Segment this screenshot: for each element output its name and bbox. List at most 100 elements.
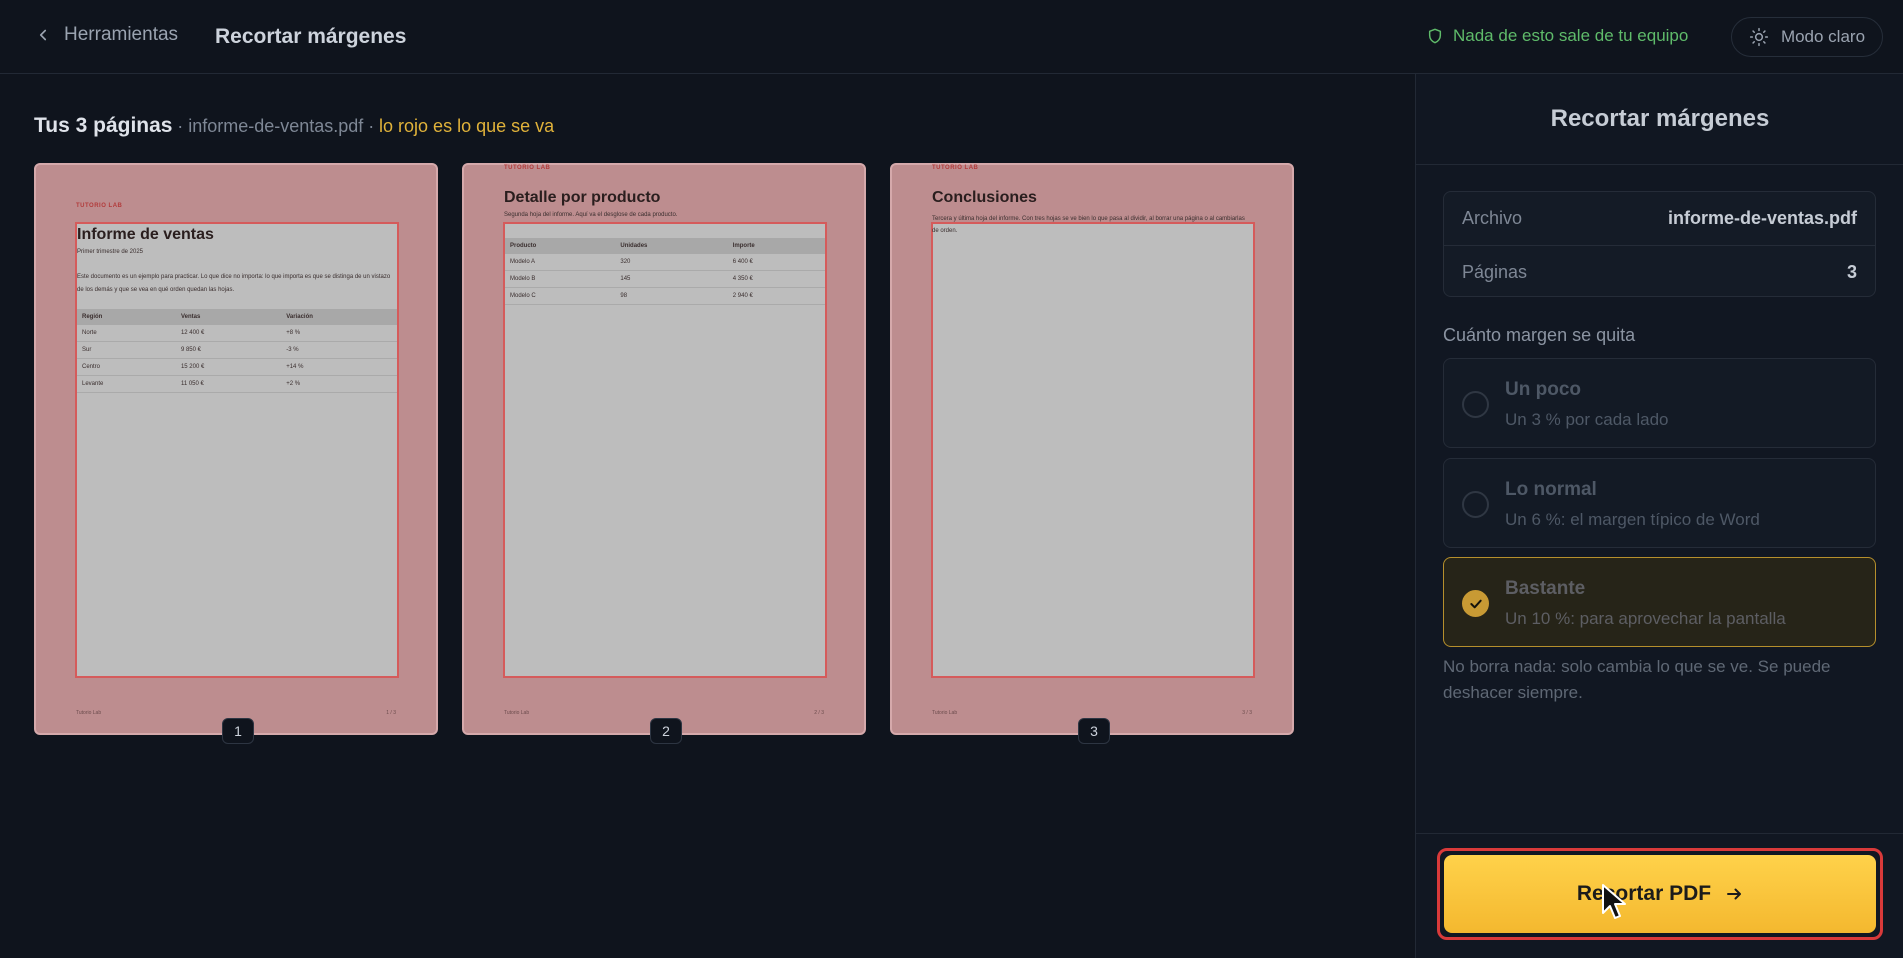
table-cell: -3 %	[281, 341, 397, 359]
option-label: Bastante	[1505, 578, 1586, 599]
page-title: Recortar márgenes	[215, 25, 407, 48]
table-row: Modelo C 98 2 940 €	[505, 287, 825, 305]
table-header: Ventas	[175, 309, 282, 325]
theme-toggle-button[interactable]: Modo claro	[1731, 17, 1883, 57]
page-body: Tercera y última hoja del informe. Con t…	[932, 216, 1245, 234]
theme-toggle-label: Modo claro	[1780, 27, 1866, 46]
file-name: · informe-de-ventas.pdf ·	[177, 116, 375, 136]
table-row: Modelo B 145 4 350 €	[505, 270, 825, 288]
table-cell: Norte	[77, 325, 176, 342]
info-row: Páginas 3	[1444, 245, 1875, 298]
visible-page-area	[931, 222, 1255, 678]
page-body: Este documento es un ejemplo para practi…	[77, 274, 391, 293]
page-footer-right: 2 / 3	[814, 710, 824, 716]
margin-option-large[interactable]: Bastante Un 10 %: para aprovechar la pan…	[1443, 557, 1876, 647]
table-header: Variación	[281, 309, 397, 325]
privacy-text: Nada de esto sale de tu equipo	[1453, 26, 1689, 45]
page-footer-left: Tutorio Lab	[76, 710, 102, 716]
table-cell: +2 %	[281, 375, 397, 393]
sun-icon	[1749, 27, 1769, 47]
table-cell: Modelo A	[505, 254, 616, 271]
table-cell: 6 400 €	[727, 254, 825, 271]
visible-page-area: Informe de ventas Primer trimestre de 20…	[75, 222, 399, 678]
page-heading: Conclusiones	[932, 189, 1037, 206]
table-header: Producto	[505, 238, 616, 254]
table-cell: 15 200 €	[175, 358, 282, 376]
page-table: Región Ventas Variación Norte 12 400 € +…	[77, 309, 397, 393]
table-cell: 9 850 €	[175, 341, 282, 359]
table-header: Unidades	[615, 238, 728, 254]
back-label: Herramientas	[64, 24, 179, 45]
table-cell: Levante	[77, 375, 176, 393]
info-key: Páginas	[1462, 261, 1528, 282]
info-value: informe-de-ventas.pdf	[1667, 208, 1857, 228]
page-body: Segunda hoja del informe. Aquí va el des…	[504, 212, 678, 218]
option-label: Un poco	[1505, 379, 1581, 400]
margin-option-normal[interactable]: Lo normal Un 6 %: el margen típico de Wo…	[1443, 458, 1876, 548]
table-cell: 11 050 €	[175, 375, 282, 393]
page-footer-left: Tutorio Lab	[504, 710, 530, 716]
crop-hint: lo rojo es lo que se va	[379, 116, 555, 136]
chevron-left-icon	[39, 29, 47, 41]
crop-pdf-button[interactable]: Recortar PDF	[1444, 855, 1876, 933]
option-description: Un 6 %: el margen típico de Word	[1505, 510, 1760, 529]
page-thumbnail[interactable]: TUTORIO LAB Detalle por producto Segunda…	[462, 163, 866, 744]
page-thumbnail[interactable]: TUTORIO LAB Informe de ventas Primer tri…	[34, 163, 438, 744]
radio-button[interactable]	[1462, 491, 1489, 518]
page-brand: TUTORIO LAB	[76, 203, 123, 209]
table-header: Importe	[727, 238, 825, 254]
back-to-tools-link[interactable]: Herramientas	[34, 24, 178, 46]
page-heading: Detalle por producto	[504, 189, 661, 206]
mouse-cursor-icon	[1602, 884, 1626, 919]
page-table: Producto Unidades Importe Modelo A 320 6…	[505, 238, 825, 305]
panel-footer: Recortar PDF	[1416, 833, 1903, 958]
cta-highlight: Recortar PDF	[1437, 848, 1883, 940]
table-cell: 320	[615, 254, 728, 271]
pages-count-title: Tus 3 páginas	[34, 114, 173, 137]
table-cell: Sur	[77, 341, 176, 359]
table-row: Norte 12 400 € +8 %	[77, 325, 397, 342]
option-description: Un 10 %: para aprovechar la pantalla	[1505, 609, 1786, 628]
option-label: Lo normal	[1505, 479, 1597, 500]
panel-title: Recortar márgenes	[1416, 74, 1903, 165]
margin-section-label: Cuánto margen se quita	[1443, 325, 1636, 345]
table-cell: 98	[615, 287, 728, 305]
page-footer-right: 3 / 3	[1242, 710, 1252, 716]
file-info-card: Archivo informe-de-ventas.pdf Páginas 3	[1443, 191, 1876, 297]
radio-button[interactable]	[1462, 391, 1489, 418]
table-cell: Modelo B	[505, 270, 616, 288]
table-row: Centro 15 200 € +14 %	[77, 358, 397, 376]
info-row: Archivo informe-de-ventas.pdf	[1444, 192, 1875, 245]
cta-label: Recortar PDF	[1576, 882, 1712, 905]
table-cell: 4 350 €	[727, 270, 825, 288]
table-cell: Modelo C	[505, 287, 616, 305]
arrow-right-icon	[1727, 888, 1742, 900]
privacy-notice: Nada de esto sale de tu equipo	[1427, 26, 1688, 46]
page-thumbnail[interactable]: TUTORIO LAB Conclusiones Tercera y últim…	[890, 163, 1294, 744]
visible-page-area: Producto Unidades Importe Modelo A 320 6…	[503, 222, 827, 678]
margin-option-small[interactable]: Un poco Un 3 % por cada lado	[1443, 358, 1876, 448]
table-cell: +14 %	[281, 358, 397, 376]
table-header: Región	[77, 309, 176, 325]
page-number-badge: 2	[650, 718, 682, 744]
table-row: Sur 9 850 € -3 %	[77, 341, 397, 359]
shield-icon	[1428, 28, 1442, 44]
table-cell: 12 400 €	[175, 325, 282, 342]
page-subtitle: Primer trimestre de 2025	[77, 249, 144, 255]
table-cell: Centro	[77, 358, 176, 376]
table-row: Levante 11 050 € +2 %	[77, 375, 397, 393]
page-brand: TUTORIO LAB	[504, 165, 551, 171]
table-cell: 2 940 €	[727, 287, 825, 305]
table-cell: 145	[615, 270, 728, 288]
top-bar: Herramientas Recortar márgenes Nada de e…	[0, 0, 1903, 74]
info-value: 3	[1846, 261, 1857, 282]
option-description: Un 3 % por cada lado	[1505, 410, 1669, 429]
page-number-badge: 1	[222, 718, 254, 744]
pages-heading: Tus 3 páginas · informe-de-ventas.pdf · …	[34, 114, 554, 138]
check-icon	[1469, 599, 1482, 608]
undo-note: No borra nada: solo cambia lo que se ve.…	[1443, 657, 1831, 702]
page-footer-left: Tutorio Lab	[932, 710, 958, 716]
radio-checked[interactable]	[1462, 590, 1489, 617]
page-number-badge: 3	[1078, 718, 1110, 744]
info-key: Archivo	[1462, 208, 1523, 228]
